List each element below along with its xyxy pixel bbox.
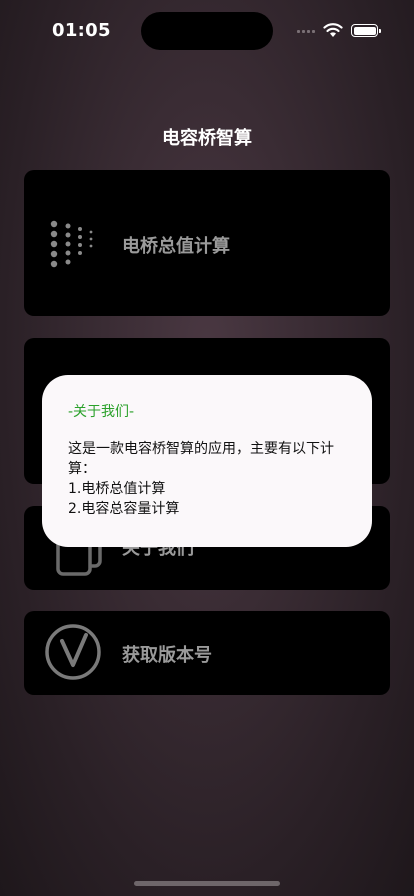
- dynamic-island: [141, 12, 273, 50]
- card-label: 获取版本号: [122, 645, 212, 666]
- bridge-total-calc-button[interactable]: 电桥总值计算: [24, 170, 390, 316]
- status-bar: 01:05: [0, 0, 414, 60]
- dialog-title: -关于我们-: [68, 404, 135, 420]
- page-title: 电容桥智算: [162, 128, 252, 149]
- card-label: 电桥总值计算: [122, 236, 230, 257]
- about-dialog[interactable]: -关于我们- 这是一款电容桥智算的应用，主要有以下计算： 1.电桥总值计算 2.…: [42, 375, 372, 547]
- cellular-signal-icon: [297, 30, 315, 33]
- status-time: 01:05: [52, 20, 111, 41]
- battery-icon: [351, 24, 381, 37]
- wifi-icon: [323, 23, 343, 37]
- home-indicator[interactable]: [134, 881, 280, 886]
- dot-matrix-icon: [50, 220, 93, 268]
- get-version-button[interactable]: 获取版本号: [24, 611, 390, 695]
- version-check-icon: [45, 624, 101, 680]
- dialog-body: 这是一款电容桥智算的应用，主要有以下计算： 1.电桥总值计算 2.电容总容量计算: [68, 441, 334, 517]
